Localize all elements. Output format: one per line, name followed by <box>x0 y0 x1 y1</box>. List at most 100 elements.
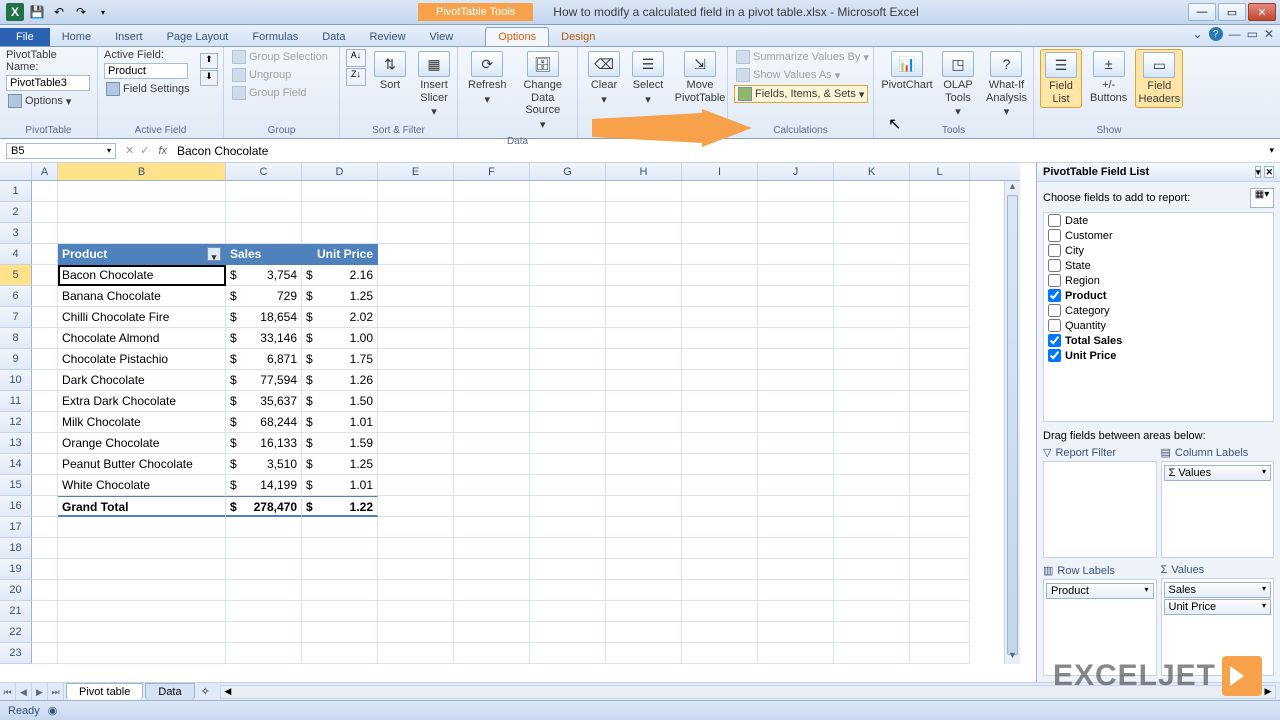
cell[interactable]: Bacon Chocolate <box>58 265 226 286</box>
cell[interactable] <box>910 286 970 307</box>
formula-expand-icon[interactable]: ▾ <box>1263 145 1280 156</box>
cell[interactable] <box>58 538 226 559</box>
column-header-I[interactable]: I <box>682 163 758 180</box>
cell[interactable] <box>226 181 302 202</box>
cell[interactable] <box>910 538 970 559</box>
vertical-scrollbar[interactable]: ▲ ▼ <box>1004 181 1020 664</box>
cell[interactable] <box>32 265 58 286</box>
cell[interactable]: White Chocolate <box>58 475 226 496</box>
cell[interactable] <box>530 643 606 664</box>
column-header-F[interactable]: F <box>454 163 530 180</box>
cell[interactable] <box>378 181 454 202</box>
cell[interactable] <box>454 643 530 664</box>
tab-data[interactable]: Data <box>310 28 357 46</box>
cell[interactable] <box>58 223 226 244</box>
scroll-thumb[interactable] <box>1007 195 1018 655</box>
field-list-close-icon[interactable]: ✕ <box>1264 166 1274 178</box>
cell[interactable] <box>834 643 910 664</box>
cell[interactable] <box>606 475 682 496</box>
cell[interactable] <box>834 559 910 580</box>
field-region[interactable]: Region <box>1044 273 1273 288</box>
cell[interactable]: Unit Price <box>302 244 378 265</box>
cell[interactable] <box>910 202 970 223</box>
tab-page-layout[interactable]: Page Layout <box>155 28 241 46</box>
cell[interactable]: $729 <box>226 286 302 307</box>
cell[interactable] <box>454 517 530 538</box>
cell[interactable] <box>302 202 378 223</box>
cell[interactable] <box>378 643 454 664</box>
row-header[interactable]: 22 <box>0 622 32 643</box>
cell[interactable] <box>530 433 606 454</box>
row-header[interactable]: 17 <box>0 517 32 538</box>
cell[interactable] <box>834 454 910 475</box>
cell[interactable] <box>32 496 58 517</box>
cell[interactable] <box>682 454 758 475</box>
minimize-button[interactable]: — <box>1188 3 1216 21</box>
spreadsheet-grid[interactable]: ABCDEFGHIJKL 1234Product▾SalesUnit Price… <box>0 163 1020 682</box>
column-header-C[interactable]: C <box>226 163 302 180</box>
cell[interactable] <box>606 265 682 286</box>
cell[interactable] <box>910 181 970 202</box>
cell[interactable] <box>834 181 910 202</box>
macro-record-icon[interactable]: ◉ <box>48 704 58 717</box>
hscroll-left-icon[interactable]: ◀ <box>221 686 235 698</box>
cell[interactable]: $3,754 <box>226 265 302 286</box>
cell[interactable] <box>32 202 58 223</box>
cell[interactable] <box>910 580 970 601</box>
field-checkbox[interactable] <box>1048 259 1061 272</box>
cell[interactable] <box>910 643 970 664</box>
cell[interactable] <box>682 391 758 412</box>
cell[interactable] <box>758 538 834 559</box>
cell[interactable] <box>32 181 58 202</box>
cell[interactable] <box>378 202 454 223</box>
cell[interactable] <box>32 244 58 265</box>
workbook-minimize-icon[interactable]: — <box>1229 27 1241 41</box>
sort-asc-icon[interactable]: A↓ <box>346 49 366 67</box>
cell[interactable]: Chilli Chocolate Fire <box>58 307 226 328</box>
name-box[interactable]: B5▾ <box>6 143 116 159</box>
cell[interactable] <box>32 454 58 475</box>
cell[interactable] <box>58 601 226 622</box>
cell[interactable] <box>606 580 682 601</box>
field-state[interactable]: State <box>1044 258 1273 273</box>
cell[interactable] <box>530 391 606 412</box>
row-header[interactable]: 18 <box>0 538 32 559</box>
cell[interactable] <box>682 244 758 265</box>
select-button[interactable]: ☰Select▾ <box>628 49 668 108</box>
cell[interactable] <box>910 559 970 580</box>
cell[interactable]: $2.02 <box>302 307 378 328</box>
cell[interactable] <box>758 412 834 433</box>
cell[interactable] <box>910 370 970 391</box>
cell[interactable] <box>606 202 682 223</box>
cell[interactable] <box>32 433 58 454</box>
cell[interactable] <box>682 202 758 223</box>
field-checkbox[interactable] <box>1048 304 1061 317</box>
cell[interactable] <box>454 370 530 391</box>
cell[interactable] <box>378 412 454 433</box>
sheet-nav-next-icon[interactable]: ▶ <box>32 683 48 701</box>
new-sheet-icon[interactable]: ✧ <box>195 685 216 698</box>
cell[interactable] <box>378 433 454 454</box>
cell[interactable] <box>530 559 606 580</box>
cell[interactable] <box>530 517 606 538</box>
cell[interactable] <box>606 559 682 580</box>
cell[interactable] <box>530 307 606 328</box>
area-chip[interactable]: Product▾ <box>1046 583 1154 599</box>
cell[interactable] <box>302 517 378 538</box>
hscroll-right-icon[interactable]: ▶ <box>1261 686 1275 698</box>
cell[interactable] <box>378 559 454 580</box>
cell[interactable] <box>606 349 682 370</box>
field-checkbox[interactable] <box>1048 244 1061 257</box>
pivottable-options-button[interactable]: Options ▾ <box>6 93 73 109</box>
cell[interactable] <box>454 580 530 601</box>
cell[interactable] <box>58 202 226 223</box>
active-field-input[interactable] <box>104 63 188 79</box>
cell[interactable] <box>530 244 606 265</box>
field-checkbox[interactable] <box>1048 319 1061 332</box>
row-header[interactable]: 13 <box>0 433 32 454</box>
cell[interactable] <box>606 622 682 643</box>
cell[interactable] <box>834 433 910 454</box>
cell[interactable]: $1.01 <box>302 412 378 433</box>
expand-field-icon[interactable]: ⬆ <box>200 53 218 69</box>
cell[interactable]: Orange Chocolate <box>58 433 226 454</box>
